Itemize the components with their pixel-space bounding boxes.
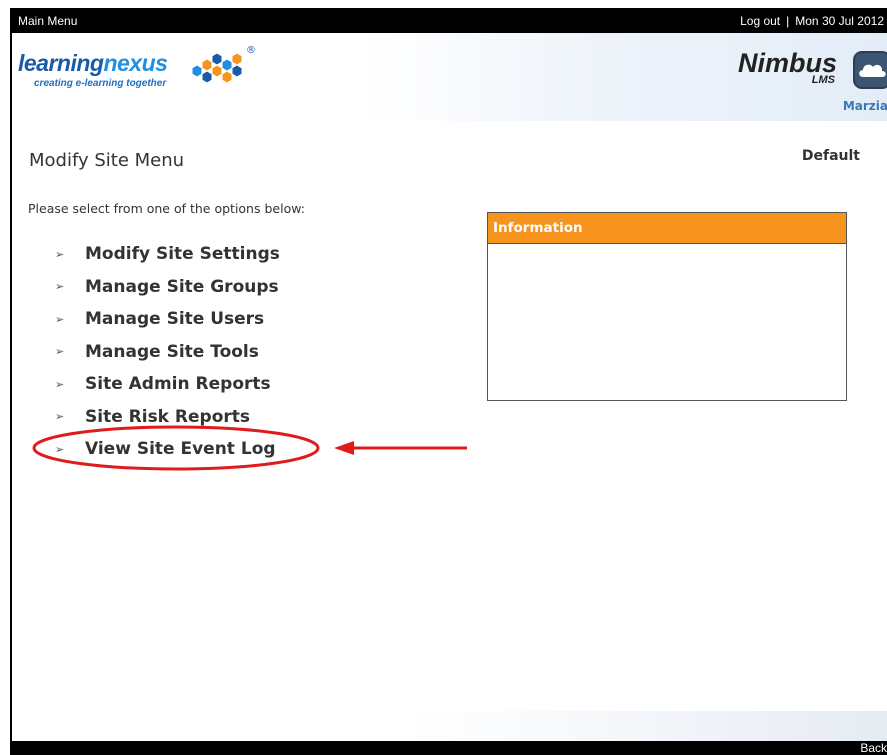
- menu-item-site-risk-reports[interactable]: ➢ Site Risk Reports: [52, 401, 280, 434]
- main-menu-link[interactable]: Main Menu: [18, 10, 77, 33]
- top-bar: Main Menu Log out | Mon 30 Jul 2012: [12, 10, 887, 33]
- manage-site-tools-link[interactable]: Manage Site Tools: [85, 342, 259, 362]
- product-name: Nimbus: [737, 48, 837, 78]
- logo-wordmark: learningnexus: [18, 50, 168, 76]
- footer-bar: Back: [12, 741, 887, 755]
- menu-item-view-site-event-log[interactable]: ➢ View Site Event Log: [52, 433, 280, 466]
- registered-mark: ®: [246, 45, 256, 56]
- arrow-bullet-icon: ➢: [55, 377, 65, 391]
- top-bar-right: Log out | Mon 30 Jul 2012: [740, 10, 884, 33]
- menu-item-manage-site-tools[interactable]: ➢ Manage Site Tools: [52, 336, 280, 369]
- menu-item-manage-site-groups[interactable]: ➢ Manage Site Groups: [52, 271, 280, 304]
- logout-link[interactable]: Log out: [740, 14, 780, 28]
- arrow-bullet-icon: ➢: [55, 280, 65, 294]
- menu-item-site-admin-reports[interactable]: ➢ Site Admin Reports: [52, 368, 280, 401]
- nimbus-lms-logo: Nimbus LMS: [738, 49, 837, 86]
- page-title: Modify Site Menu: [29, 150, 185, 171]
- arrow-bullet-icon: ➢: [55, 442, 65, 456]
- footer-decoration: [12, 711, 887, 741]
- menu-item-modify-site-settings[interactable]: ➢ Modify Site Settings: [52, 238, 280, 271]
- top-bar-separator: |: [786, 14, 790, 28]
- header: learningnexus creating e-learning togeth…: [12, 33, 887, 121]
- manage-site-groups-link[interactable]: Manage Site Groups: [85, 277, 279, 297]
- learningnexus-logo: learningnexus creating e-learning togeth…: [18, 45, 278, 100]
- honeycomb-logo-icon: [191, 52, 243, 84]
- information-panel-header: Information: [488, 213, 846, 244]
- arrow-bullet-icon: ➢: [55, 345, 65, 359]
- app-window: Main Menu Log out | Mon 30 Jul 2012 learni…: [10, 8, 887, 755]
- modify-site-settings-link[interactable]: Modify Site Settings: [85, 244, 280, 264]
- arrow-bullet-icon: ➢: [55, 247, 65, 261]
- information-panel: Information: [487, 212, 847, 401]
- arrow-bullet-icon: ➢: [55, 410, 65, 424]
- pointer-arrow-head: [334, 441, 354, 455]
- site-context-label: Default: [801, 148, 860, 164]
- username[interactable]: Marzia: [843, 99, 887, 113]
- cloud-icon: [853, 51, 887, 89]
- back-link[interactable]: Back: [860, 741, 887, 755]
- arrow-bullet-icon: ➢: [55, 312, 65, 326]
- instructions-text: Please select from one of the options be…: [28, 201, 305, 216]
- menu-item-manage-site-users[interactable]: ➢ Manage Site Users: [52, 303, 280, 336]
- site-menu-list: ➢ Modify Site Settings ➢ Manage Site Gro…: [52, 238, 280, 466]
- site-admin-reports-link[interactable]: Site Admin Reports: [85, 374, 271, 394]
- manage-site-users-link[interactable]: Manage Site Users: [85, 309, 264, 329]
- site-risk-reports-link[interactable]: Site Risk Reports: [85, 407, 250, 427]
- current-date: Mon 30 Jul 2012: [795, 14, 884, 28]
- logo-tagline: creating e-learning together: [34, 78, 167, 89]
- view-site-event-log-link[interactable]: View Site Event Log: [85, 439, 276, 459]
